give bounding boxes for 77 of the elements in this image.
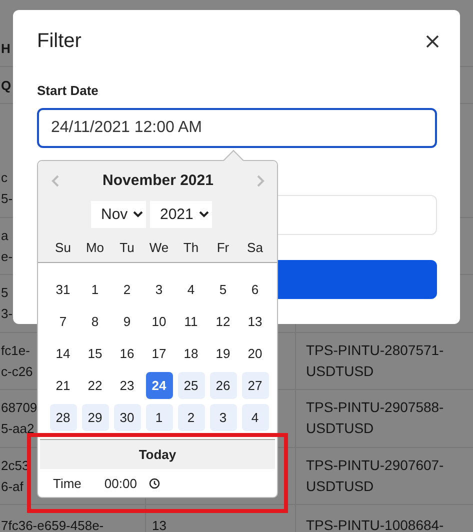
table-cell-text: 13	[152, 517, 166, 532]
day-cell[interactable]: 27	[242, 372, 268, 398]
table-cell-text: TPS-PINTU-1008684-	[306, 516, 444, 532]
day-cell[interactable]: 2	[178, 404, 204, 430]
day-cell[interactable]: 10	[146, 308, 172, 334]
weekday-label: Th	[182, 240, 200, 254]
day-cell[interactable]: 22	[82, 372, 108, 398]
day-cell[interactable]: 5	[210, 276, 236, 302]
table-cell-text: USDTUSD	[306, 476, 374, 496]
day-cell[interactable]: 12	[210, 308, 236, 334]
table-cell-text: a	[1, 226, 8, 245]
weekday-label: Su	[54, 240, 72, 254]
day-cell[interactable]: 6	[242, 276, 268, 302]
day-cell[interactable]: 1	[146, 404, 172, 430]
month-select[interactable]: Nov	[91, 201, 146, 228]
chevron-left-icon[interactable]	[51, 175, 59, 187]
modal-title: Filter	[37, 29, 82, 54]
weekday-label: Fr	[216, 240, 230, 254]
field-label: Start Date	[37, 83, 100, 98]
close-icon[interactable]	[426, 34, 439, 48]
column-header: H	[1, 40, 10, 58]
table-cell-text: c	[1, 169, 8, 188]
day-cell[interactable]: 3	[146, 276, 172, 302]
table-cell-text: 3-	[1, 305, 13, 324]
column-header: Q	[1, 76, 12, 94]
day-cell[interactable]: 25	[178, 372, 204, 398]
day-cell[interactable]: 2	[114, 276, 140, 302]
clock-icon	[148, 478, 160, 488]
today-button[interactable]: Today	[40, 439, 275, 469]
table-cell-text: 7fc36-e659-458e-	[1, 517, 104, 532]
table-cell-text: 6-af	[1, 478, 24, 496]
weekday-label: Sa	[246, 240, 264, 254]
weekday-label: We	[148, 240, 170, 254]
day-cell[interactable]: 21	[50, 372, 76, 398]
table-cell-text: 5	[1, 284, 8, 302]
table-cell-text: USDTUSD	[306, 419, 374, 438]
day-cell[interactable]: 18	[178, 340, 204, 366]
day-cell[interactable]: 19	[210, 340, 236, 366]
weekday-label: Mo	[84, 240, 106, 254]
day-cell[interactable]: 1	[82, 276, 108, 302]
day-cell[interactable]: 4	[242, 404, 268, 430]
day-cell[interactable]: 29	[82, 404, 108, 430]
day-cell[interactable]: 17	[146, 340, 172, 366]
day-cell[interactable]: 16	[114, 340, 140, 366]
year-select[interactable]: 2021	[150, 201, 212, 228]
table-cell-text: 68709	[1, 399, 38, 418]
day-cell[interactable]: 8	[82, 308, 108, 334]
table-cell-text: 5-aa2	[1, 420, 34, 438]
day-cell[interactable]: 13	[242, 308, 268, 334]
day-cell[interactable]: 4	[178, 276, 204, 302]
day-cell[interactable]: 7	[50, 308, 76, 334]
day-cell[interactable]: 3	[210, 404, 236, 430]
time-label: Time	[53, 476, 82, 490]
day-cell[interactable]: 14	[50, 340, 76, 366]
date-input[interactable]: 24/11/2021 12:00 AM	[37, 108, 437, 148]
day-cell[interactable]: 28	[50, 404, 76, 430]
table-cell-text: USDTUSD	[306, 362, 374, 381]
table-cell-text: 5-	[1, 190, 13, 208]
day-cell[interactable]: 26	[210, 372, 236, 398]
day-cell[interactable]: 24	[146, 372, 172, 398]
day-cell[interactable]: 15	[82, 340, 108, 366]
month-title: November 2021	[102, 171, 214, 191]
table-cell-text: TPS-PINTU-2907588-	[306, 398, 444, 418]
table-cell-text: TPS-PINTU-2907607-	[306, 456, 444, 475]
weekday-label: Tu	[118, 240, 136, 254]
chevron-right-icon[interactable]	[257, 175, 265, 187]
day-cell[interactable]: 9	[114, 308, 140, 334]
table-cell-text: fc1e-	[1, 342, 30, 360]
time-value[interactable]: 00:00	[104, 476, 137, 490]
day-cell[interactable]: 11	[178, 308, 204, 334]
table-cell-text: TPS-PINTU-2807571-	[306, 340, 444, 360]
table-cell-text: e-	[1, 248, 13, 266]
day-cell[interactable]: 20	[242, 340, 268, 366]
day-cell[interactable]: 31	[50, 276, 76, 302]
table-cell-text: c-c26	[1, 362, 33, 381]
day-cell[interactable]: 23	[114, 372, 140, 398]
day-cell[interactable]: 30	[114, 404, 140, 430]
